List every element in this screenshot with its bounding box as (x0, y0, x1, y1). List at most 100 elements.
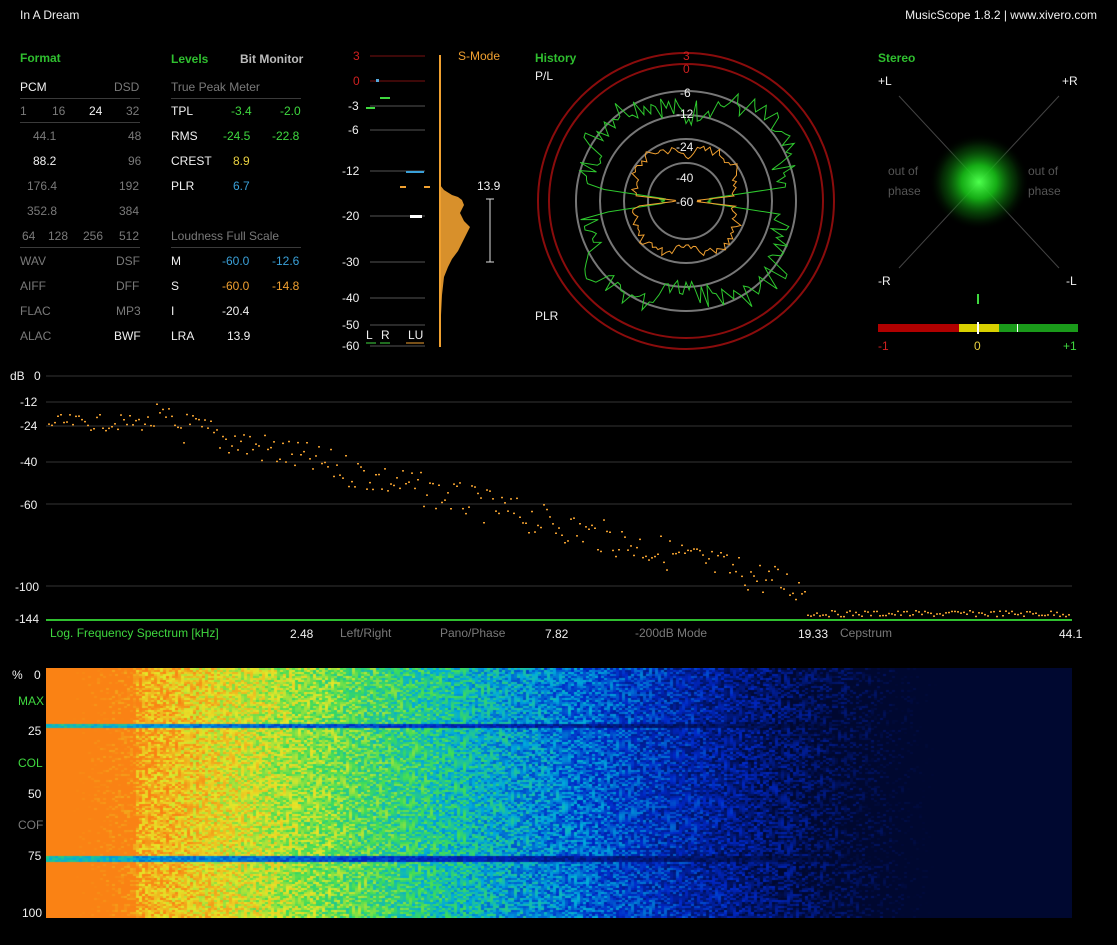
file-dsf: DSF (116, 254, 140, 268)
file-mp3: MP3 (116, 304, 141, 318)
spec-y-12: -12 (20, 395, 38, 409)
freq-2-48: 2.48 (290, 627, 314, 641)
spec-y-60: -60 (20, 498, 38, 512)
freq-44-1: 44.1 (1059, 627, 1083, 641)
meter-tick-m30: -30 (342, 255, 360, 269)
oop-right-1: out of (1028, 164, 1059, 178)
s-right: -14.8 (272, 279, 300, 293)
spec-y-100: -100 (15, 580, 40, 594)
opt-pano-phase[interactable]: Pano/Phase (440, 626, 505, 640)
rate-1764: 176.4 (27, 179, 58, 193)
sg-y-50: 50 (28, 787, 42, 801)
s-left: -60.0 (222, 279, 250, 293)
corr-plus-one: +1 (1063, 339, 1077, 353)
rate-441: 44.1 (33, 129, 57, 143)
stereo-minus-r: -R (878, 274, 891, 288)
sg-percent: % (12, 668, 23, 682)
opt-left-right[interactable]: Left/Right (340, 626, 391, 640)
plr-value: 6.7 (233, 179, 250, 193)
spectrogram-canvas (46, 668, 1072, 918)
sg-col-label[interactable]: COL (18, 756, 43, 770)
levels-header[interactable]: Levels (171, 52, 208, 66)
dsd-512: 512 (119, 229, 140, 243)
dsd-256: 256 (83, 229, 104, 243)
rate-3528: 352.8 (27, 204, 58, 218)
i-label: I (171, 304, 175, 318)
spec-y-40: -40 (20, 455, 38, 469)
true-peak-title: True Peak Meter (171, 80, 260, 94)
spec-y-24: -24 (20, 419, 38, 433)
sg-y-25: 25 (28, 724, 42, 738)
legend-l: L (366, 328, 373, 342)
dsd-64: 64 (22, 229, 36, 243)
rms-right: -22.8 (272, 129, 300, 143)
corr-zero: 0 (974, 339, 981, 353)
tpl-left: -3.4 (231, 104, 252, 118)
window-title: In A Dream (20, 8, 80, 22)
meter-tick-m20: -20 (342, 209, 360, 223)
stereo-minus-l: -L (1066, 274, 1077, 288)
s-label: S (171, 279, 180, 293)
lra-value: 13.9 (227, 329, 251, 343)
crest-value: 8.9 (233, 154, 250, 168)
legend-r: R (381, 328, 390, 342)
m-right: -12.6 (272, 254, 300, 268)
i-value: -20.4 (222, 304, 250, 318)
stereo-plus-l: +L (878, 74, 892, 88)
dsd-128: 128 (48, 229, 69, 243)
oop-left-1: out of (888, 164, 919, 178)
rate-192: 192 (119, 179, 140, 193)
meter-tick-m40: -40 (342, 291, 360, 305)
sg-y-0: 0 (34, 668, 41, 682)
meter-tick-m12: -12 (342, 164, 360, 178)
spectrum-plot (46, 375, 1072, 621)
spectrum-mode-label[interactable]: Log. Frequency Spectrum [kHz] (50, 626, 219, 640)
ring-m12: -12 (676, 107, 694, 121)
file-wav: WAV (20, 254, 46, 268)
dsd-label[interactable]: DSD (114, 80, 139, 94)
format-header: Format (20, 51, 61, 65)
correlation-marker (977, 294, 979, 304)
tpl-right: -2.0 (280, 104, 301, 118)
meter-tick-3: 3 (353, 49, 360, 63)
sg-cof-label[interactable]: COF (18, 818, 43, 832)
meter-tick-m6: -6 (348, 123, 359, 137)
opt-200db[interactable]: -200dB Mode (635, 626, 707, 640)
bit-monitor-tab[interactable]: Bit Monitor (240, 52, 303, 66)
pcm-label[interactable]: PCM (20, 80, 47, 94)
freq-19-33: 19.33 (798, 627, 829, 641)
meter-graphic (366, 55, 494, 347)
s-mode-toggle[interactable]: S-Mode (458, 49, 500, 63)
meter-tick-0: 0 (353, 74, 360, 88)
ring-m60: -60 (676, 195, 694, 209)
ring-m24: -24 (676, 140, 694, 154)
spec-y-144: -144 (15, 612, 40, 626)
bits-1: 1 (20, 104, 27, 118)
stereo-header[interactable]: Stereo (878, 51, 915, 65)
meter-tick-m3: -3 (348, 99, 359, 113)
ring-3: 3 (683, 49, 690, 63)
rate-882: 88.2 (33, 154, 57, 168)
ring-m40: -40 (676, 171, 694, 185)
freq-7-82: 7.82 (545, 627, 569, 641)
spec-y-0: 0 (34, 369, 41, 383)
tpl-label: TPL (171, 104, 194, 118)
stereo-plus-r: +R (1062, 74, 1078, 88)
rate-384: 384 (119, 204, 140, 218)
file-bwf: BWF (114, 329, 141, 343)
file-alac: ALAC (20, 329, 52, 343)
file-dff: DFF (116, 279, 140, 293)
legend-lu: LU (408, 328, 424, 342)
oop-right-2: phase (1028, 184, 1061, 198)
lra-label: LRA (171, 329, 195, 343)
sg-max-label[interactable]: MAX (18, 694, 44, 708)
opt-cepstrum[interactable]: Cepstrum (840, 626, 892, 640)
meter-tick-m50: -50 (342, 318, 360, 332)
meter-tick-m60: -60 (342, 339, 360, 353)
rate-96: 96 (128, 154, 142, 168)
sg-y-100: 100 (22, 906, 43, 920)
bits-24: 24 (89, 104, 103, 118)
rate-48: 48 (128, 129, 142, 143)
correlation-bar (878, 322, 1078, 334)
db-label: dB (10, 369, 25, 383)
